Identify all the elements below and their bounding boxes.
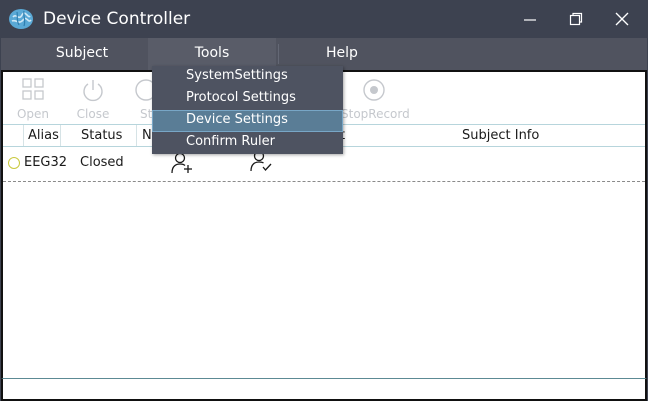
column-subject-info[interactable]: Subject Info: [462, 125, 539, 146]
window-title: Device Controller: [43, 9, 191, 29]
close-button[interactable]: Close: [63, 76, 123, 122]
menu-item-protocol-settings[interactable]: Protocol Settings: [152, 88, 343, 110]
brain-icon: [9, 9, 33, 29]
restore-button[interactable]: [553, 1, 599, 38]
menu-item-device-settings[interactable]: Device Settings: [152, 110, 343, 132]
stop-record-icon: [363, 79, 385, 101]
row-status: Closed: [80, 155, 124, 170]
open-label: Open: [16, 107, 50, 121]
column-alias[interactable]: Alias: [28, 125, 59, 146]
minimize-button[interactable]: [507, 1, 553, 38]
close-window-button[interactable]: [599, 1, 645, 38]
menu-item-system-settings[interactable]: SystemSettings: [152, 66, 343, 88]
status-bar: [1, 378, 647, 401]
menu-item-confirm-ruler[interactable]: Confirm Ruler: [152, 132, 343, 154]
restore-icon: [569, 12, 583, 26]
minimize-icon: [524, 19, 536, 21]
open-button[interactable]: Open: [3, 76, 63, 122]
row-select-radio[interactable]: [8, 157, 20, 169]
tools-dropdown-menu: SystemSettings Protocol Settings Device …: [152, 66, 343, 154]
row-alias: EEG32: [24, 155, 68, 170]
column-divider: [60, 125, 61, 146]
start-button[interactable]: St: [124, 76, 157, 122]
app-window: Device Controller Subject Tools Help Ope…: [0, 0, 648, 401]
grid-icon: [22, 78, 44, 100]
close-icon: [615, 12, 629, 26]
column-n[interactable]: N: [142, 125, 152, 146]
title-bar: Device Controller: [1, 1, 647, 38]
column-divider: [136, 125, 137, 146]
menu-subject[interactable]: Subject: [18, 38, 146, 70]
add-user-icon[interactable]: [170, 151, 194, 175]
close-label: Close: [76, 107, 110, 121]
power-icon: [83, 80, 103, 102]
column-status[interactable]: Status: [81, 125, 122, 146]
stop-record-label: StopRecord: [341, 107, 410, 121]
column-divider: [23, 125, 24, 146]
stop-record-button[interactable]: StopRecord: [337, 76, 417, 122]
